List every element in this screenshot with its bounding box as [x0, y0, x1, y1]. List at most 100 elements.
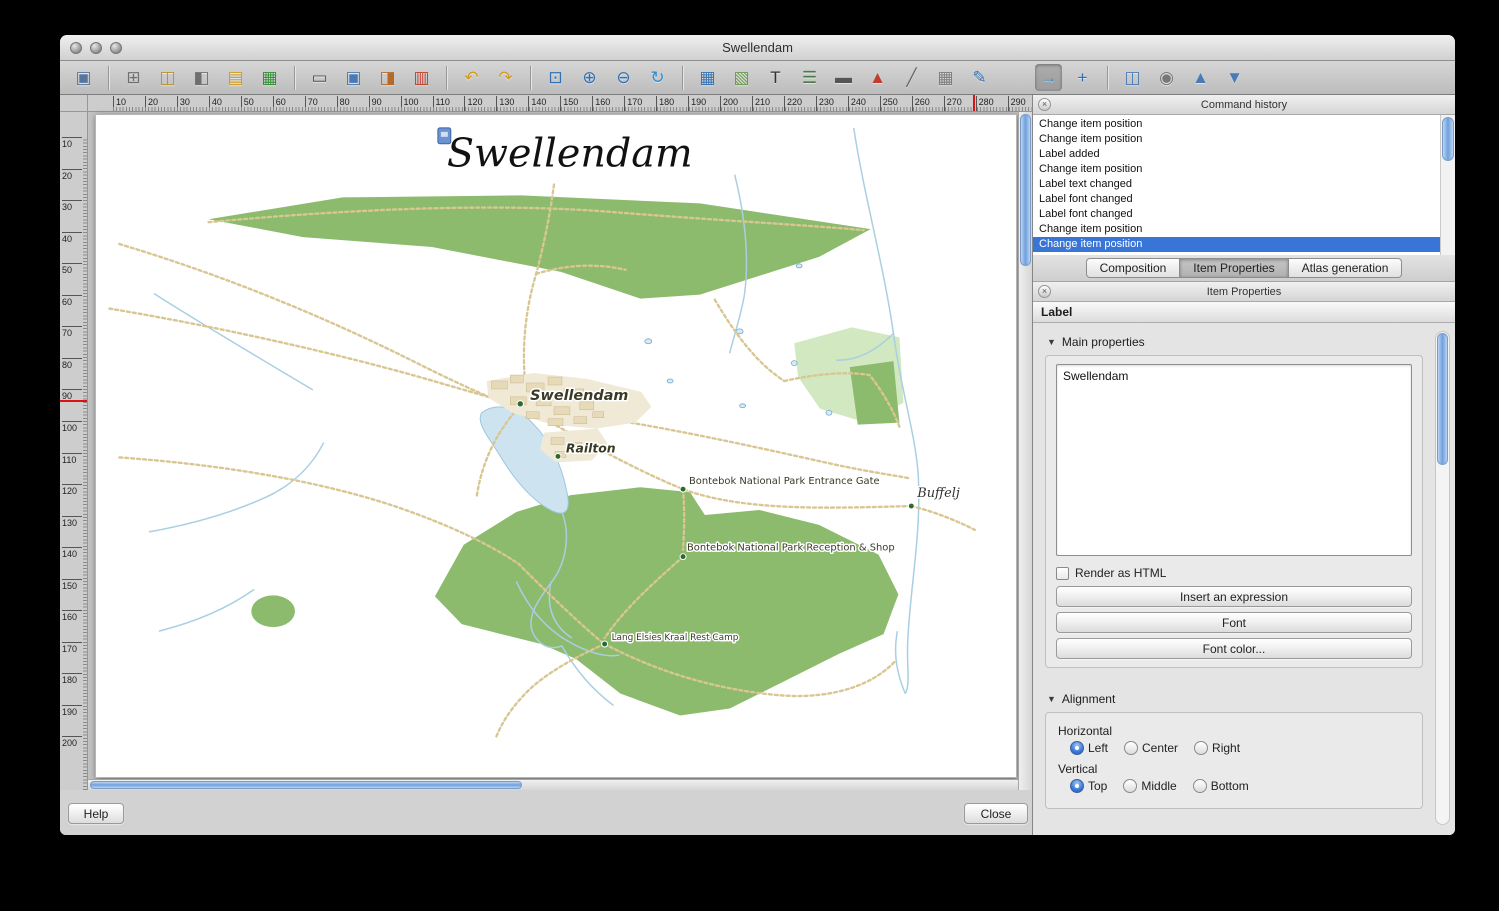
history-item[interactable]: Label added — [1033, 147, 1439, 162]
history-item[interactable]: Label font changed — [1033, 207, 1439, 222]
export-as-pdf-button[interactable]: ▥ — [408, 64, 435, 91]
save-project-button[interactable]: ▣ — [70, 64, 97, 91]
composer-canvas[interactable]: Swellendam Railton Bontebok National Par… — [88, 112, 1032, 790]
lock-selected-items-button[interactable]: ◉ — [1153, 64, 1180, 91]
close-panel-icon[interactable]: × — [1038, 285, 1051, 298]
scrollbar-thumb[interactable] — [1437, 333, 1448, 465]
font-button[interactable]: Font — [1056, 612, 1412, 633]
redo-icon: ↷ — [498, 69, 512, 86]
composition-paper[interactable]: Swellendam Railton Bontebok National Par… — [95, 114, 1017, 778]
duplicate-composition-button[interactable]: ◫ — [154, 64, 181, 91]
add-html-frame-button[interactable]: ✎ — [966, 64, 993, 91]
section-title: Alignment — [1062, 692, 1115, 706]
add-image-button[interactable]: ▧ — [728, 64, 755, 91]
new-composition-button[interactable]: ⊞ — [120, 64, 147, 91]
minimize-window-button[interactable] — [90, 42, 102, 54]
history-item[interactable]: Label text changed — [1033, 177, 1439, 192]
lower-selected-items-button[interactable]: ▼ — [1221, 64, 1248, 91]
close-panel-icon[interactable]: × — [1038, 98, 1051, 111]
vertical-alignment-radios: Top Middle Bottom — [1070, 779, 1412, 793]
alignment-section-header[interactable]: ▼ Alignment — [1047, 692, 1423, 706]
zoom-out-button[interactable]: ⊖ — [610, 64, 637, 91]
radio-center[interactable] — [1124, 741, 1138, 755]
scrollbar-thumb[interactable] — [90, 781, 522, 789]
history-item[interactable]: Change item position — [1033, 132, 1439, 147]
tab-item-properties[interactable]: Item Properties — [1180, 258, 1288, 278]
display-section-header[interactable]: ▼ Display — [1047, 833, 1423, 835]
radio-option-right[interactable]: Right — [1194, 741, 1240, 755]
titlebar[interactable]: Swellendam — [60, 35, 1455, 61]
add-attribute-table-button[interactable]: ▦ — [932, 64, 959, 91]
history-item[interactable]: Change item position — [1033, 222, 1439, 237]
map-label: Swellendam — [530, 388, 628, 404]
radio-option-bottom[interactable]: Bottom — [1193, 779, 1249, 793]
add-new-scalebar-button[interactable]: ▬ — [830, 64, 857, 91]
collapse-triangle-icon: ▼ — [1047, 337, 1056, 347]
print-button[interactable]: ▭ — [306, 64, 333, 91]
canvas-vertical-scrollbar[interactable] — [1018, 112, 1032, 790]
history-item[interactable]: Label font changed — [1033, 192, 1439, 207]
main-properties-section-header[interactable]: ▼ Main properties — [1047, 335, 1423, 349]
refresh-view-button[interactable]: ↻ — [644, 64, 671, 91]
help-button[interactable]: Help — [68, 803, 124, 824]
composition-title-label[interactable]: Swellendam — [447, 131, 693, 177]
add-attribute-table-icon: ▦ — [937, 69, 953, 86]
properties-scrollbar[interactable] — [1435, 331, 1450, 825]
close-button[interactable]: Close — [964, 803, 1028, 824]
radio-option-top[interactable]: Top — [1070, 779, 1107, 793]
map-label: Buffelj — [916, 486, 960, 501]
radio-option-middle[interactable]: Middle — [1123, 779, 1176, 793]
label-text-input[interactable]: Swellendam — [1056, 364, 1412, 556]
history-scrollbar[interactable] — [1440, 115, 1455, 255]
item-type-label: Label — [1041, 305, 1072, 319]
radio-middle[interactable] — [1123, 779, 1137, 793]
radio-option-center[interactable]: Center — [1124, 741, 1178, 755]
canvas-horizontal-scrollbar[interactable] — [88, 779, 1018, 790]
tab-atlas-generation[interactable]: Atlas generation — [1289, 258, 1403, 278]
add-new-legend-button[interactable]: ☰ — [796, 64, 823, 91]
radio-label: Top — [1088, 779, 1107, 793]
scrollbar-thumb[interactable] — [1020, 114, 1031, 266]
render-as-html-row[interactable]: Render as HTML — [1056, 566, 1412, 580]
radio-left[interactable] — [1070, 741, 1084, 755]
raise-selected-items-button[interactable]: ▲ — [1187, 64, 1214, 91]
tab-composition[interactable]: Composition — [1086, 258, 1181, 278]
history-item[interactable]: Change item position — [1033, 117, 1439, 132]
scrollbar-thumb[interactable] — [1442, 117, 1454, 161]
history-item[interactable]: Change item position — [1033, 237, 1455, 252]
composer-window: Swellendam ▣ ⊞ ◫ ◧ ▤ ▦ ▭ ▣ ◨ ▥ ↶ ↷ ⊡ ⊕ ⊖ ↻ ▦ ▧ T ☰ ▬ ▲ ╱ ▦ ✎ → + ◫ ◉… — [60, 35, 1455, 835]
ruler-mark: 20 — [145, 96, 158, 111]
select-move-item-button[interactable]: → — [1035, 64, 1062, 91]
font-color-button[interactable]: Font color... — [1056, 638, 1412, 659]
insert-expression-button[interactable]: Insert an expression — [1056, 586, 1412, 607]
add-arrow-icon: ╱ — [906, 69, 916, 86]
export-as-image-icon: ▣ — [345, 69, 361, 86]
add-new-map-button[interactable]: ▦ — [694, 64, 721, 91]
ruler-mark: 30 — [177, 96, 190, 111]
redo-button[interactable]: ↷ — [492, 64, 519, 91]
add-basic-shape-button[interactable]: ▲ — [864, 64, 891, 91]
zoom-window-button[interactable] — [110, 42, 122, 54]
export-as-image-button[interactable]: ▣ — [340, 64, 367, 91]
composer-manager-button[interactable]: ◧ — [188, 64, 215, 91]
add-arrow-button[interactable]: ╱ — [898, 64, 925, 91]
save-as-template-button[interactable]: ▦ — [256, 64, 283, 91]
radio-bottom[interactable] — [1193, 779, 1207, 793]
ruler-mark: 20 — [62, 169, 82, 181]
ruler-mark: 70 — [305, 96, 318, 111]
load-from-template-button[interactable]: ▤ — [222, 64, 249, 91]
radio-right[interactable] — [1194, 741, 1208, 755]
group-items-button[interactable]: ◫ — [1119, 64, 1146, 91]
zoom-full-extent-button[interactable]: ⊡ — [542, 64, 569, 91]
add-new-label-button[interactable]: T — [762, 64, 789, 91]
radio-top[interactable] — [1070, 779, 1084, 793]
radio-option-left[interactable]: Left — [1070, 741, 1108, 755]
undo-button[interactable]: ↶ — [458, 64, 485, 91]
close-window-button[interactable] — [70, 42, 82, 54]
render-as-html-checkbox[interactable] — [1056, 567, 1069, 580]
export-as-svg-button[interactable]: ◨ — [374, 64, 401, 91]
history-item[interactable]: Change item position — [1033, 162, 1439, 177]
zoom-in-button[interactable]: ⊕ — [576, 64, 603, 91]
alignment-group: Horizontal LeftCenterRight Vertical TopM… — [1045, 712, 1423, 809]
move-item-content-button[interactable]: + — [1069, 64, 1096, 91]
